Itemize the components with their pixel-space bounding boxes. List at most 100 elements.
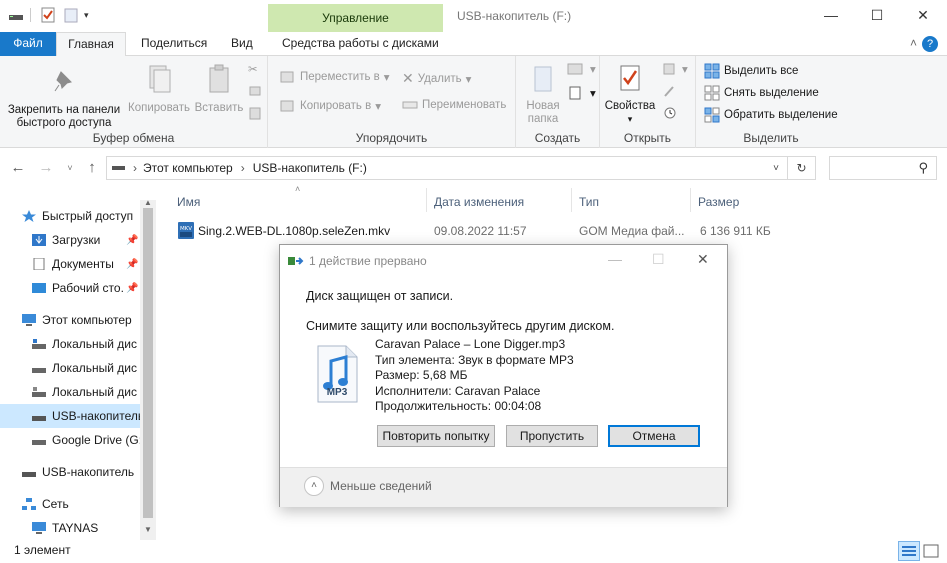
select-all-icon	[704, 63, 720, 79]
details-view-icon[interactable]	[898, 541, 920, 561]
column-header-name[interactable]: Имя	[177, 195, 200, 209]
column-header-size[interactable]: Размер	[698, 195, 739, 209]
breadcrumb-this-pc[interactable]: Этот компьютер	[143, 161, 233, 175]
scroll-up-icon[interactable]: ▲	[144, 198, 152, 207]
close-button[interactable]: ✕	[900, 0, 946, 30]
hard-drive-icon	[32, 338, 46, 350]
help-button[interactable]: ?	[922, 36, 938, 52]
nav-scrollbar-thumb[interactable]	[143, 208, 153, 518]
minimize-button[interactable]: —	[808, 0, 854, 30]
context-tab-header: Управление	[268, 4, 443, 32]
properties-button[interactable]: Свойства ▾	[602, 64, 658, 126]
computer-icon	[32, 522, 46, 534]
new-folder-button[interactable]: Новая папка	[520, 64, 566, 126]
column-divider[interactable]	[690, 188, 691, 212]
breadcrumb-sep: ›	[240, 161, 245, 175]
tab-file[interactable]: Файл	[0, 32, 56, 56]
open-group: Свойства ▾ ▾ Открыть	[600, 56, 696, 148]
properties-qat-icon[interactable]	[40, 7, 56, 23]
dialog-minimize-icon[interactable]: —	[608, 251, 622, 267]
nav-label: Google Drive (G:	[52, 433, 143, 447]
invert-selection-label: Обратить выделение	[724, 109, 838, 121]
computer-icon	[22, 314, 36, 326]
desktop-icon	[32, 282, 46, 294]
delete-button[interactable]: ✕ Удалить ▾	[402, 70, 471, 87]
dialog-maximize-icon[interactable]: ☐	[652, 251, 665, 268]
breadcrumb-drive[interactable]: USB-накопитель (F:)	[253, 161, 367, 175]
history-icon[interactable]	[662, 106, 678, 120]
paste-button[interactable]: Вставить	[192, 64, 246, 115]
window-title: USB-накопитель (F:)	[457, 9, 572, 23]
back-arrow-icon[interactable]: ←	[8, 158, 28, 178]
select-none-label: Снять выделение	[724, 87, 819, 99]
dialog-close-icon[interactable]: ✕	[697, 251, 709, 268]
forward-arrow-icon[interactable]: →	[36, 158, 56, 178]
tab-view[interactable]: Вид	[223, 32, 261, 56]
maximize-button[interactable]: ☐	[854, 0, 900, 30]
select-none-button[interactable]: Снять выделение	[704, 85, 819, 101]
skip-button[interactable]: Пропустить	[506, 425, 598, 447]
easy-access-icon[interactable]: ▾	[566, 86, 596, 100]
move-to-icon	[280, 71, 294, 83]
qat-dropdown-icon[interactable]: ▾	[84, 7, 100, 23]
tab-share[interactable]: Поделиться	[133, 32, 215, 56]
file-artists: Исполнители: Caravan Palace	[375, 383, 541, 398]
chevron-up-icon: ˄	[304, 476, 324, 496]
copy-error-dialog: 1 действие прервано — ☐ ✕ Диск защищен о…	[279, 244, 728, 507]
ribbon: Закрепить на панели быстрого доступа Коп…	[0, 56, 947, 148]
pin-quick-access-button[interactable]: Закрепить на панели быстрого доступа	[4, 68, 124, 130]
nav-scrollbar[interactable]: ▲ ▼	[140, 198, 156, 540]
less-details-toggle[interactable]: ˄ Меньше сведений	[304, 476, 432, 496]
column-header-type[interactable]: Тип	[579, 195, 599, 209]
hard-drive-icon	[32, 362, 46, 374]
nav-label: USB-накопитель	[52, 409, 140, 423]
cancel-button[interactable]: Отмена	[608, 425, 700, 447]
column-divider[interactable]	[571, 188, 572, 212]
refresh-button[interactable]: ↻	[788, 156, 816, 180]
move-to-button[interactable]: Переместить в ▾	[280, 70, 390, 84]
tab-drive-tools[interactable]: Средства работы с дисками	[274, 32, 447, 56]
recent-dropdown-icon[interactable]: ˅	[60, 158, 80, 178]
edit-icon[interactable]	[662, 84, 678, 98]
open-icon[interactable]: ▾	[662, 62, 688, 76]
drive-icon	[111, 161, 127, 176]
new-item-icon[interactable]: ▾	[566, 62, 596, 76]
search-input[interactable]: ⚲	[829, 156, 937, 180]
paste-shortcut-icon[interactable]	[248, 106, 262, 120]
select-group: Выделить все Снять выделение Обратить вы…	[696, 56, 846, 148]
address-row: ← → ˅ ↑ › Этот компьютер › USB-накопител…	[0, 148, 947, 188]
nav-usb-drive-selected[interactable]: USB-накопитель	[0, 404, 140, 428]
nav-label: Загрузки	[52, 233, 101, 247]
cut-icon[interactable]: ✂	[248, 62, 258, 76]
new-folder-qat-icon[interactable]	[63, 7, 79, 23]
retry-button[interactable]: Повторить попытку	[377, 425, 495, 447]
navigation-pane: Быстрый доступ Загрузки 📌 Документы 📌 Ра…	[0, 198, 156, 540]
refresh-icon: ↻	[796, 161, 807, 175]
tab-home[interactable]: Главная	[56, 32, 126, 57]
up-arrow-icon[interactable]: ↑	[82, 158, 102, 178]
column-divider[interactable]	[426, 188, 427, 212]
column-header-date[interactable]: Дата изменения	[434, 195, 524, 209]
address-dropdown-icon[interactable]: ˅	[773, 163, 779, 174]
minimize-icon: —	[824, 7, 838, 23]
pin-icon: 📌	[126, 282, 139, 294]
pin-icon: 📌	[126, 258, 139, 270]
invert-selection-icon	[704, 107, 720, 123]
network-icon	[22, 498, 36, 510]
nav-label: TAYNAS	[52, 521, 99, 535]
copy-path-icon[interactable]	[248, 84, 262, 98]
invert-selection-button[interactable]: Обратить выделение	[704, 107, 838, 123]
large-icons-view-icon[interactable]	[922, 542, 940, 563]
select-all-button[interactable]: Выделить все	[704, 63, 798, 79]
copy-button[interactable]: Копировать	[126, 64, 192, 115]
file-duration: Продолжительность: 00:04:08	[375, 399, 542, 413]
scroll-down-icon[interactable]: ▼	[144, 525, 152, 534]
rename-button[interactable]: Переименовать	[402, 99, 506, 111]
rename-label: Переименовать	[422, 99, 507, 111]
pin-label-line1: Закрепить на панели	[7, 104, 121, 116]
status-bar: 1 элемент	[0, 540, 947, 563]
properties-icon	[620, 65, 640, 91]
address-bar[interactable]: › Этот компьютер › USB-накопитель (F:) ˅	[106, 156, 788, 180]
copy-to-button[interactable]: Копировать в ▾	[280, 99, 381, 113]
new-group: Новая папка ▾ ▾ Создать	[516, 56, 600, 148]
